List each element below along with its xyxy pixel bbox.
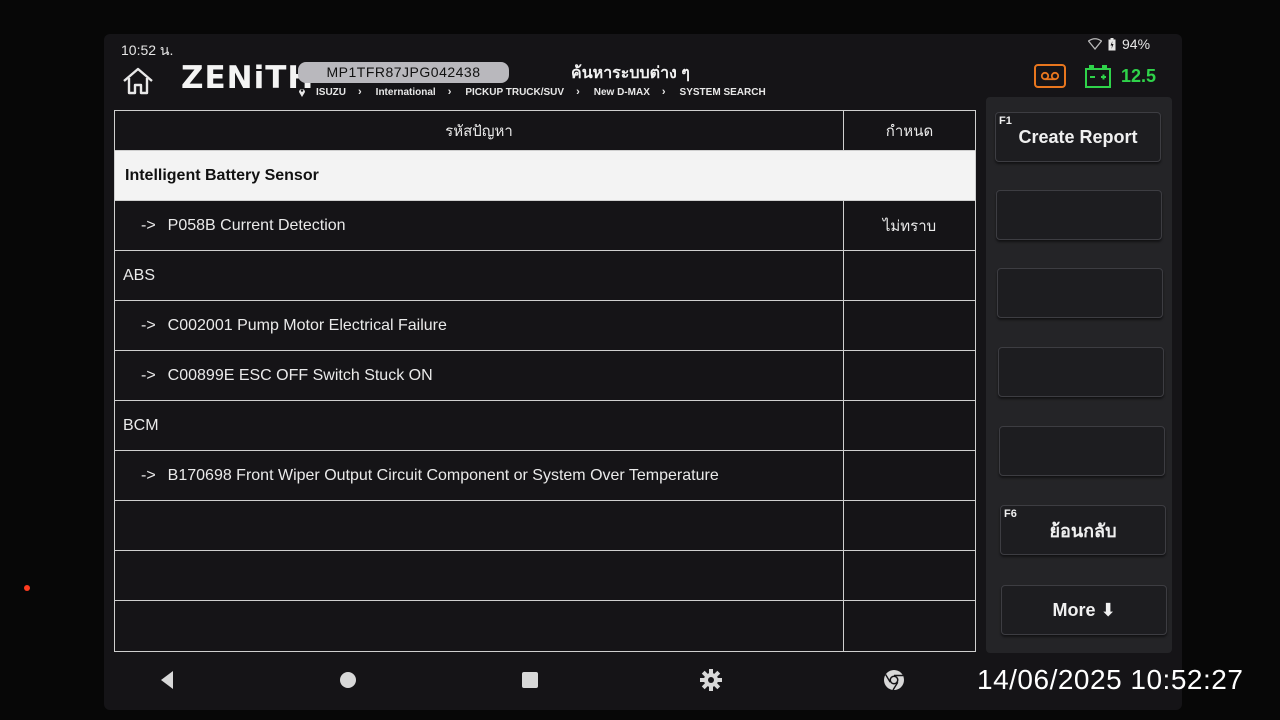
- row-code: -> C002001 Pump Motor Electrical Failure: [115, 301, 844, 350]
- status-time: 10:52 น.: [121, 42, 174, 58]
- row-definition: [844, 251, 975, 300]
- table-row-dtc[interactable]: -> B170698 Front Wiper Output Circuit Com…: [115, 451, 975, 501]
- row-code: [115, 551, 844, 600]
- home-icon[interactable]: [121, 66, 155, 96]
- recents-nav-icon[interactable]: [518, 668, 542, 692]
- wifi-icon: [1088, 38, 1102, 50]
- chevron-right-icon: ›: [576, 86, 580, 98]
- arrow-indicator: ->: [141, 366, 156, 384]
- row-definition: [844, 301, 975, 350]
- breadcrumb: ISUZU › International › PICKUP TRUCK/SUV › …: [298, 86, 774, 98]
- button-label: Create Report: [1018, 126, 1138, 147]
- row-definition: [844, 351, 975, 400]
- car-battery-icon: [1085, 65, 1111, 88]
- row-definition: [844, 401, 975, 450]
- row-definition: [844, 601, 975, 651]
- recording-icon[interactable]: [1034, 64, 1066, 88]
- table-row-system[interactable]: BCM: [115, 401, 975, 451]
- row-code: ABS: [115, 251, 844, 300]
- row-definition: [844, 501, 975, 550]
- status-right: 94%: [1088, 36, 1150, 52]
- back-nav-icon[interactable]: [156, 668, 180, 692]
- location-pin-icon: [299, 89, 305, 97]
- chevron-right-icon: ›: [447, 86, 452, 98]
- dtc-text: B170698 Front Wiper Output Circuit Compo…: [167, 466, 719, 484]
- settings-gear-icon[interactable]: [699, 668, 723, 692]
- button-label: ย้อนกลับ: [1049, 520, 1117, 541]
- table-header: รหัสปัญหา กำหนด: [115, 111, 975, 151]
- button-label: More ⬇: [1052, 599, 1116, 620]
- row-definition: [844, 551, 975, 600]
- breadcrumb-region[interactable]: International: [376, 87, 436, 98]
- system-name: BCM: [123, 416, 159, 434]
- zenith-logo: ZENiTH: [181, 60, 315, 96]
- table-row-dtc[interactable]: -> C002001 Pump Motor Electrical Failure: [115, 301, 975, 351]
- system-name: Intelligent Battery Sensor: [125, 166, 319, 184]
- home-nav-icon[interactable]: [336, 668, 360, 692]
- function-key-3-button[interactable]: [997, 268, 1163, 318]
- row-code: -> P058B Current Detection: [115, 201, 844, 250]
- fkey-label: F1: [999, 115, 1012, 127]
- table-row-empty: [115, 601, 975, 651]
- battery-voltage: 12.5: [1121, 66, 1157, 86]
- page-title: ค้นหาระบบต่าง ๆ: [571, 65, 690, 82]
- table-row-dtc[interactable]: -> C00899E ESC OFF Switch Stuck ON: [115, 351, 975, 401]
- back-button[interactable]: F6 ย้อนกลับ: [1000, 505, 1166, 555]
- breadcrumb-function: SYSTEM SEARCH: [679, 86, 766, 98]
- column-header-definition: กำหนด: [885, 122, 934, 140]
- breadcrumb-type[interactable]: PICKUP TRUCK/SUV: [465, 87, 564, 98]
- row-code: BCM: [115, 401, 844, 450]
- battery-percent: 94%: [1122, 36, 1151, 52]
- indicator-light: [24, 585, 30, 591]
- row-code: -> C00899E ESC OFF Switch Stuck ON: [115, 351, 844, 400]
- photo-timestamp: 14/06/2025 10:52:27: [977, 664, 1244, 695]
- more-button[interactable]: More ⬇: [1001, 585, 1167, 635]
- system-name: ABS: [123, 266, 156, 284]
- function-key-5-button[interactable]: [999, 426, 1165, 476]
- dtc-table: รหัสปัญหา กำหนด Intelligent Battery Sens…: [114, 110, 976, 652]
- dtc-text: C002001 Pump Motor Electrical Failure: [167, 316, 447, 334]
- fkey-label: F6: [1004, 508, 1017, 520]
- battery-icon: [1108, 37, 1116, 50]
- browser-icon[interactable]: [882, 668, 906, 692]
- table-row-dtc[interactable]: -> P058B Current Detection ไม่ทราบ: [115, 201, 975, 251]
- breadcrumb-model[interactable]: New D-MAX: [594, 87, 650, 98]
- table-row-system[interactable]: Intelligent Battery Sensor: [115, 151, 975, 201]
- arrow-indicator: ->: [141, 466, 156, 484]
- table-row-empty: [115, 501, 975, 551]
- table-row-empty: [115, 551, 975, 601]
- row-code: -> B170698 Front Wiper Output Circuit Com…: [115, 451, 844, 500]
- row-definition: [844, 451, 975, 500]
- arrow-indicator: ->: [141, 316, 156, 334]
- dtc-text: P058B Current Detection: [167, 216, 346, 234]
- row-code: [115, 501, 844, 550]
- chevron-right-icon: ›: [661, 86, 666, 98]
- row-code: [115, 601, 844, 651]
- row-code: Intelligent Battery Sensor: [115, 151, 975, 200]
- create-report-button[interactable]: F1 Create Report: [995, 112, 1161, 162]
- row-definition: ไม่ทราบ: [882, 217, 937, 235]
- chevron-right-icon: ›: [358, 86, 362, 98]
- dtc-text: C00899E ESC OFF Switch Stuck ON: [167, 366, 433, 384]
- vin-display: MP1TFR87JPG042438: [298, 62, 509, 83]
- arrow-indicator: ->: [141, 216, 156, 234]
- breadcrumb-make[interactable]: ISUZU: [316, 87, 346, 98]
- table-row-system[interactable]: ABS: [115, 251, 975, 301]
- function-key-2-button[interactable]: [996, 190, 1162, 240]
- function-key-4-button[interactable]: [998, 347, 1164, 397]
- column-header-code: รหัสปัญหา: [115, 111, 844, 150]
